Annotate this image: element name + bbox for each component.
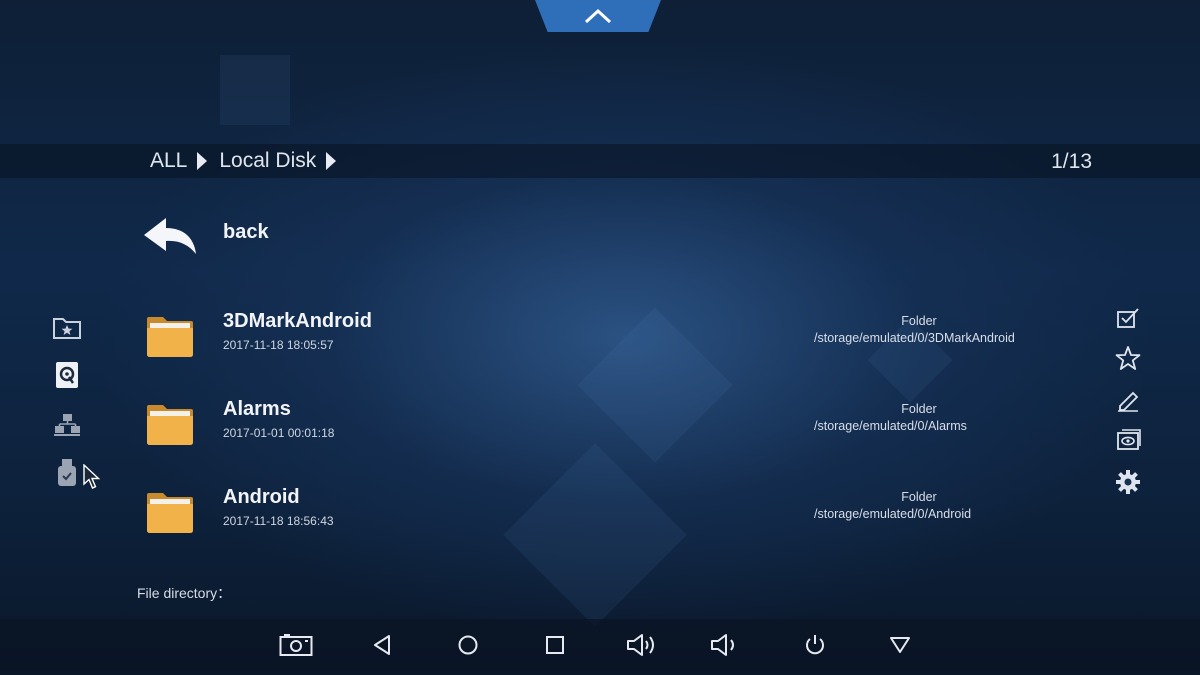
mouse-cursor-icon [83, 464, 101, 490]
back-row[interactable]: back [140, 210, 740, 260]
file-date: 2017-01-01 00:01:18 [223, 426, 335, 440]
breadcrumb: ALL Local Disk [150, 149, 342, 173]
recents-icon[interactable] [538, 628, 572, 662]
system-nav-bar [0, 619, 1200, 671]
volume-up-icon[interactable] [626, 628, 660, 662]
edit-icon[interactable] [1110, 382, 1146, 418]
file-type: Folder [901, 402, 937, 416]
favorites-folder-icon[interactable] [50, 310, 84, 344]
file-row-alarms[interactable]: Alarms 2017-01-01 00:01:18 Folder /stora… [140, 398, 1040, 460]
volume-down-icon[interactable] [710, 628, 744, 662]
file-date: 2017-11-18 18:56:43 [223, 514, 334, 528]
home-icon[interactable] [451, 628, 485, 662]
breadcrumb-current[interactable]: Local Disk [219, 149, 316, 173]
folder-icon [146, 404, 194, 446]
breadcrumb-separator-icon [326, 152, 337, 170]
file-directory-label: File directory： [137, 585, 232, 601]
file-row-android[interactable]: Android 2017-11-18 18:56:43 Folder /stor… [140, 486, 1040, 548]
file-name: Alarms [223, 398, 291, 420]
star-icon[interactable] [1110, 340, 1146, 376]
multi-select-icon[interactable] [1110, 300, 1146, 336]
settings-gear-icon[interactable] [1110, 464, 1146, 500]
chevron-up-icon [584, 8, 612, 24]
usb-drive-icon[interactable] [50, 456, 84, 490]
folder-icon [146, 316, 194, 358]
power-icon[interactable] [798, 628, 832, 662]
hide-bar-icon[interactable] [883, 628, 917, 662]
file-name: 3DMarkAndroid [223, 310, 372, 332]
file-path: /storage/emulated/0/Alarms [814, 419, 967, 433]
file-type: Folder [901, 490, 937, 504]
page-indicator: 1/13 [1051, 150, 1092, 173]
file-date: 2017-11-18 18:05:57 [223, 338, 334, 352]
file-type: Folder [901, 314, 937, 328]
expand-up-tab[interactable] [535, 0, 661, 32]
file-name: Android [223, 486, 300, 508]
network-icon[interactable] [50, 408, 84, 442]
back-arrow-icon [142, 216, 198, 256]
file-row-3dmarkandroid[interactable]: 3DMarkAndroid 2017-11-18 18:05:57 Folder… [140, 310, 1040, 372]
back-label: back [223, 221, 269, 243]
preview-icon[interactable] [1110, 422, 1146, 458]
breadcrumb-root[interactable]: ALL [150, 149, 187, 173]
background-decoration [220, 55, 290, 125]
file-path: /storage/emulated/0/Android [814, 507, 972, 521]
file-path: /storage/emulated/0/3DMarkAndroid [814, 331, 1015, 345]
screenshot-icon[interactable] [279, 628, 313, 662]
breadcrumb-separator-icon [197, 152, 208, 170]
local-disk-icon[interactable] [50, 358, 84, 392]
back-icon[interactable] [365, 628, 399, 662]
folder-icon [146, 492, 194, 534]
